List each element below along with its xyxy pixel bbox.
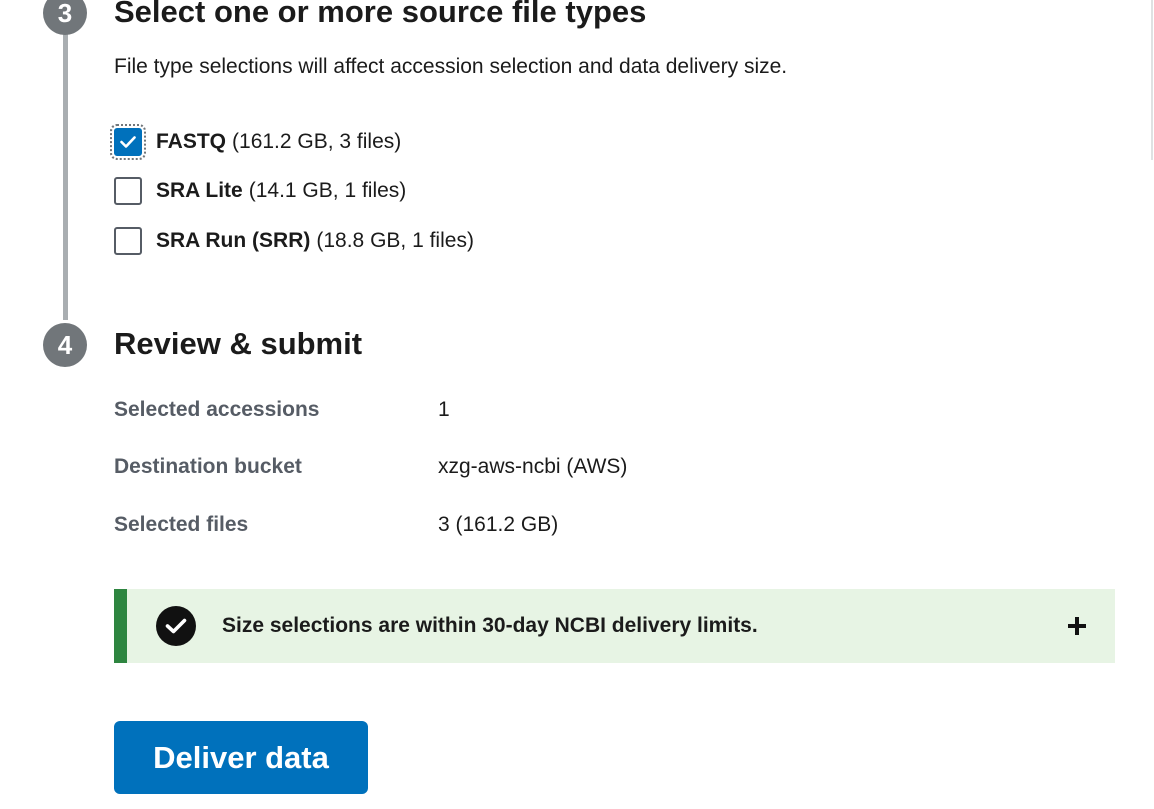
sra-run-label: SRA Run (SRR) [156,229,311,252]
alert-message: Size selections are within 30-day NCBI d… [222,614,758,637]
step-connector-line [63,20,68,320]
step-3-description: File type selections will affect accessi… [114,55,788,78]
selected-files-value: 3 (161.2 GB) [438,513,559,536]
fastq-size-info: (161.2 GB, 3 files) [232,130,402,153]
file-type-option-fastq[interactable]: FASTQ (161.2 GB, 3 files) [110,124,402,160]
step-3-title: Select one or more source file types [114,0,647,29]
step-3-number-badge: 3 [43,0,87,35]
sra-lite-size-info: (14.1 GB, 1 files) [248,179,407,202]
destination-bucket-value: xzg-aws-ncbi (AWS) [438,455,628,478]
file-type-option-sra-lite[interactable]: SRA Lite (14.1 GB, 1 files) [114,176,406,206]
check-circle-icon [156,606,196,646]
step-4-title: Review & submit [114,326,363,361]
sra-lite-checkbox[interactable] [114,177,142,205]
fastq-checkbox[interactable] [110,124,146,160]
sra-run-checkbox[interactable] [114,227,142,255]
sra-lite-label: SRA Lite [156,179,243,202]
plus-icon[interactable] [1065,614,1089,638]
checkmark-icon [120,136,136,148]
fastq-label: FASTQ [156,130,227,153]
file-type-option-sra-run[interactable]: SRA Run (SRR) (18.8 GB, 1 files) [114,226,474,256]
delivery-form-page: 3 Select one or more source file types F… [0,0,1154,809]
panel-border [1151,0,1153,160]
selected-files-label: Selected files [114,513,249,536]
sra-run-size-info: (18.8 GB, 1 files) [316,229,474,252]
selected-accessions-label: Selected accessions [114,398,320,421]
step-4-number-badge: 4 [43,323,87,367]
deliver-data-button[interactable]: Deliver data [114,721,368,794]
selected-accessions-value: 1 [438,398,450,421]
delivery-limits-alert: Size selections are within 30-day NCBI d… [114,589,1115,663]
destination-bucket-label: Destination bucket [114,455,302,478]
